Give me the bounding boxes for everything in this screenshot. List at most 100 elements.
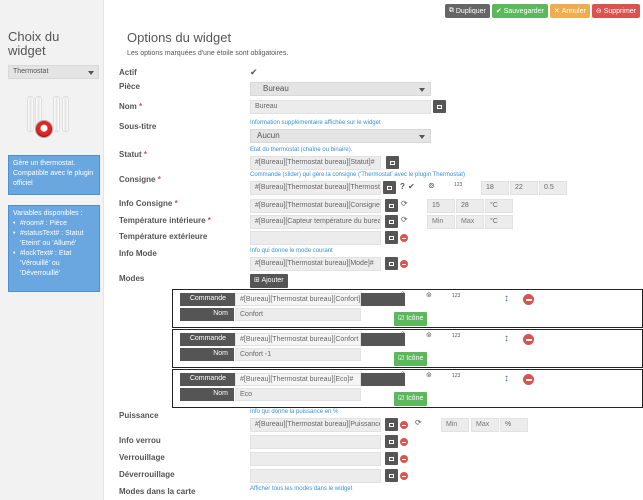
consigne-step-input[interactable]: 0.5 — [539, 181, 567, 195]
consigne-max-input[interactable]: 22 — [510, 181, 538, 195]
palette-icon[interactable]: ⊚ — [426, 291, 432, 299]
info-consigne-picker-button[interactable] — [385, 199, 398, 212]
help-icon[interactable]: ? — [400, 182, 405, 191]
icon-picker-button[interactable]: ☑ Icône — [394, 352, 428, 366]
info-consigne-min-input[interactable]: 15 — [427, 199, 455, 213]
save-button[interactable]: ✔ Sauvegarder — [491, 4, 548, 18]
nom-input[interactable]: Bureau — [250, 100, 431, 114]
consigne-label: Consigne * — [119, 175, 161, 184]
widget-options-page: ⧉ Dupliquer ✔ Sauvegarder ✕ Annuler ⊖ Suppri… — [0, 0, 643, 500]
refresh-icon[interactable]: ⟳ — [401, 199, 408, 208]
widget-description-box: Gère un thermostat. Compatible avec le p… — [8, 155, 100, 195]
consigne-picker-button[interactable] — [383, 181, 396, 194]
temp-ext-picker-button[interactable] — [385, 231, 398, 244]
consigne-min-input[interactable]: 18 — [481, 181, 509, 195]
puissance-max-input[interactable]: Max — [471, 418, 499, 432]
info-verrou-picker-button[interactable] — [385, 435, 398, 448]
info-consigne-max-input[interactable]: 28 — [456, 199, 484, 213]
mode-nom-input[interactable]: Eco — [235, 388, 361, 401]
remove-icon[interactable] — [400, 260, 408, 268]
delete-button[interactable]: ⊖ Supprimer — [591, 4, 640, 18]
deverrouillage-picker-button[interactable] — [385, 469, 398, 482]
reorder-icon[interactable]: ↕ — [504, 293, 509, 304]
info-consigne-label-text: Info Consigne — [119, 199, 173, 208]
info-verrou-input[interactable] — [250, 435, 381, 449]
list-icon — [389, 203, 394, 208]
temp-int-picker-button[interactable] — [385, 215, 398, 228]
variables-box: Variables disponibles : #room# : Pièce #… — [8, 205, 100, 292]
reorder-icon[interactable]: ↕ — [504, 333, 509, 344]
widget-type-select[interactable]: Thermostat — [8, 65, 99, 79]
numeric-icon[interactable]: 123 — [454, 182, 462, 188]
help-icon[interactable]: ? — [401, 292, 404, 298]
puissance-unit-input[interactable]: % — [500, 418, 528, 432]
remove-icon[interactable] — [400, 472, 408, 480]
temp-ext-input[interactable] — [250, 231, 381, 245]
check-icon[interactable]: ✔ — [408, 182, 415, 191]
remove-mode-icon[interactable] — [523, 374, 534, 385]
temp-ext-label: Température extérieure — [119, 232, 208, 241]
refresh-icon[interactable]: ⟳ — [415, 418, 422, 427]
help-icon[interactable]: ? — [401, 332, 404, 338]
help-icon[interactable]: ? — [401, 372, 404, 378]
consigne-hint: Commande (slider) qui gère la consigne (… — [250, 172, 465, 178]
info-mode-picker-button[interactable] — [385, 257, 398, 270]
info-consigne-unit-input[interactable]: °C — [485, 199, 513, 213]
add-mode-button[interactable]: ⊞ Ajouter — [250, 274, 288, 288]
check-icon: ✔ — [495, 8, 502, 15]
deverrouillage-input[interactable] — [250, 469, 381, 483]
remove-icon[interactable] — [400, 438, 408, 446]
numeric-icon[interactable]: 123 — [452, 333, 460, 339]
remove-mode-icon[interactable] — [523, 294, 534, 305]
mode-commande-input[interactable]: #[Bureau][Thermostat bureau][Eco]# — [235, 373, 361, 386]
radiator-fin — [62, 96, 69, 132]
sous-titre-value: Aucun — [257, 131, 280, 140]
remove-icon[interactable] — [400, 234, 408, 242]
temp-int-min-input[interactable]: Min — [427, 215, 455, 229]
sous-titre-select[interactable]: Aucun — [250, 129, 431, 143]
piece-select[interactable]: Bureau — [250, 82, 431, 96]
variables-title: Variables disponibles : — [13, 210, 83, 217]
list-icon — [389, 439, 394, 444]
delete-label: Supprimer — [603, 7, 636, 15]
puissance-hint: Info qui donne la puissance en % — [250, 409, 339, 415]
duplicate-button[interactable]: ⧉ Dupliquer — [444, 4, 490, 18]
remove-icon[interactable] — [400, 421, 408, 429]
nom-picker-button[interactable] — [433, 100, 446, 113]
puissance-input[interactable]: #[Bureau][Thermostat bureau][Puissance]# — [250, 418, 381, 432]
list-icon — [389, 456, 394, 461]
statut-picker-button[interactable] — [386, 156, 399, 169]
palette-icon[interactable]: ⊚ — [426, 371, 432, 379]
palette-icon[interactable]: ⊚ — [426, 331, 432, 339]
icon-picker-button[interactable]: ☑ Icône — [394, 392, 428, 406]
palette-icon[interactable]: ⊚ — [428, 181, 435, 190]
mode-block: Commande #[Bureau][Thermostat bureau][Co… — [172, 329, 643, 368]
numeric-icon[interactable]: 123 — [452, 293, 460, 299]
refresh-icon[interactable]: ⟳ — [401, 215, 408, 224]
remove-mode-icon[interactable] — [523, 334, 534, 345]
actif-checkbox[interactable]: ✔ — [250, 67, 258, 78]
info-mode-input[interactable]: #[Bureau][Thermostat bureau][Mode]# — [250, 257, 381, 271]
puissance-min-input[interactable]: Min — [441, 418, 469, 432]
icon-picker-button[interactable]: ☑ Icône — [394, 312, 428, 326]
puissance-picker-button[interactable] — [385, 418, 398, 431]
mode-commande-input[interactable]: #[Bureau][Thermostat bureau][Confort]# — [235, 293, 361, 306]
consigne-input[interactable]: #[Bureau][Thermostat bureau][Thermostat] — [250, 181, 381, 195]
temp-int-max-input[interactable]: Max — [456, 215, 484, 229]
temp-int-input[interactable]: #[Bureau][Capteur température du bureau]… — [250, 215, 381, 229]
info-consigne-input[interactable]: #[Bureau][Thermostat bureau][Consigne]# — [250, 199, 381, 213]
mode-nom-input[interactable]: Confort — [235, 308, 361, 321]
verrouillage-input[interactable] — [250, 452, 381, 466]
reorder-icon[interactable]: ↕ — [504, 373, 509, 384]
temp-int-unit-input[interactable]: °C — [485, 215, 513, 229]
cancel-button[interactable]: ✕ Annuler — [549, 4, 590, 18]
actif-label: Actif — [119, 68, 137, 77]
numeric-icon[interactable]: 123 — [452, 373, 460, 379]
remove-icon[interactable] — [400, 455, 408, 463]
statut-input[interactable]: #[Bureau][Thermostat bureau][Statut]# — [250, 156, 381, 170]
sous-titre-label: Sous-titre — [119, 122, 157, 131]
mode-nom-input[interactable]: Confort -1 — [235, 348, 361, 361]
verrouillage-picker-button[interactable] — [385, 452, 398, 465]
mode-commande-input[interactable]: #[Bureau][Thermostat bureau][Confort -1 — [235, 333, 361, 346]
temp-int-label: Température intérieure * — [119, 216, 211, 225]
